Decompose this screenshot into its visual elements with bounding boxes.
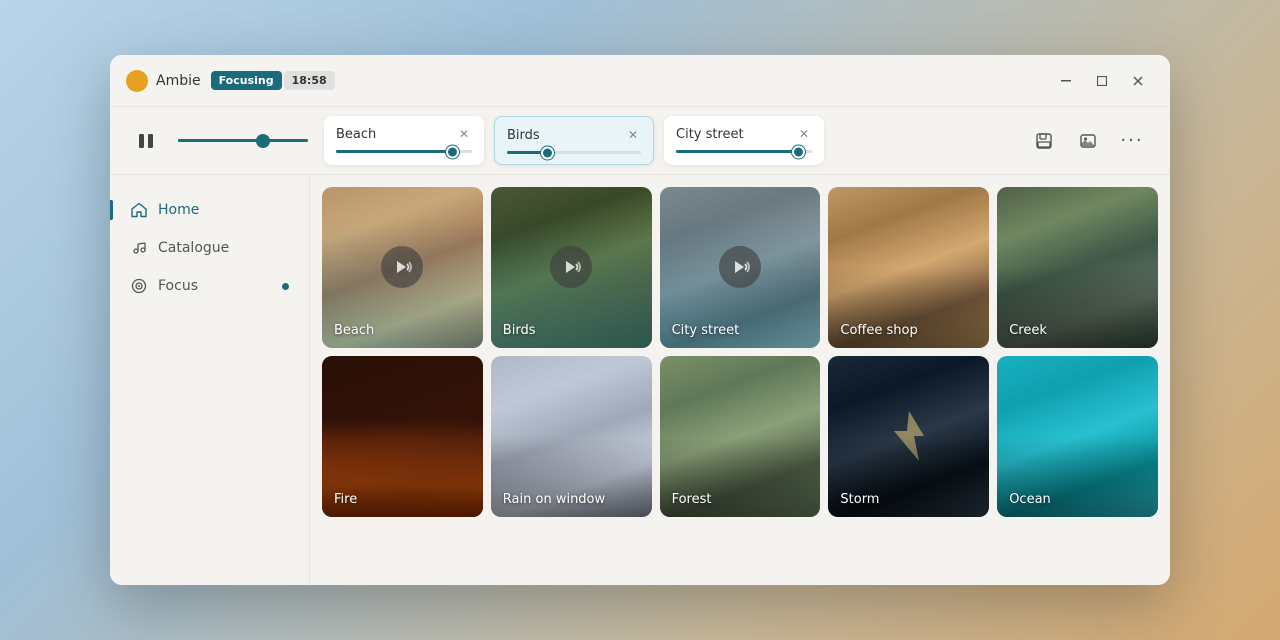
focus-icon bbox=[130, 277, 148, 295]
beach-label: Beach bbox=[334, 323, 374, 338]
beach-volume-slider[interactable] bbox=[336, 150, 472, 153]
grid-card-city[interactable]: City street bbox=[660, 187, 821, 348]
coffee-label: Coffee shop bbox=[840, 323, 917, 338]
window-controls bbox=[1050, 69, 1154, 93]
play-pause-button[interactable] bbox=[130, 125, 162, 157]
home-icon bbox=[130, 201, 148, 219]
catalogue-label: Catalogue bbox=[158, 240, 229, 256]
city-sound-icon bbox=[719, 246, 761, 288]
storm-label: Storm bbox=[840, 492, 879, 507]
sound-card-beach: Beach ✕ bbox=[324, 116, 484, 165]
fire-label: Fire bbox=[334, 492, 357, 507]
sound-grid-area: Beach Birds bbox=[310, 175, 1170, 585]
remove-birds-button[interactable]: ✕ bbox=[625, 127, 641, 143]
app-window: Ambie Focusing 18:58 bbox=[110, 55, 1170, 585]
app-name: Ambie bbox=[156, 73, 201, 89]
grid-card-creek[interactable]: Creek bbox=[997, 187, 1158, 348]
sidebar-item-catalogue[interactable]: Catalogue bbox=[110, 229, 309, 267]
grid-card-rain[interactable]: Rain on window bbox=[491, 356, 652, 517]
app-logo bbox=[126, 70, 148, 92]
forest-label: Forest bbox=[672, 492, 712, 507]
maximize-button[interactable] bbox=[1086, 69, 1118, 93]
player-bar: Beach ✕ Birds ✕ bbox=[110, 107, 1170, 175]
master-volume-slider[interactable] bbox=[178, 139, 308, 142]
grid-card-ocean[interactable]: Ocean bbox=[997, 356, 1158, 517]
creek-label: Creek bbox=[1009, 323, 1047, 338]
save-button[interactable] bbox=[1026, 123, 1062, 159]
titlebar: Ambie Focusing 18:58 bbox=[110, 55, 1170, 107]
focus-active-dot bbox=[282, 283, 289, 290]
sound-grid: Beach Birds bbox=[322, 187, 1158, 517]
birds-volume-slider[interactable] bbox=[507, 151, 641, 154]
catalogue-icon bbox=[130, 239, 148, 257]
sound-card-name-city: City street bbox=[676, 127, 744, 142]
grid-card-coffee[interactable]: Coffee shop bbox=[828, 187, 989, 348]
remove-city-button[interactable]: ✕ bbox=[796, 126, 812, 142]
grid-card-storm[interactable]: Storm bbox=[828, 356, 989, 517]
city-volume-slider[interactable] bbox=[676, 150, 812, 153]
city-label: City street bbox=[672, 323, 740, 338]
close-button[interactable] bbox=[1122, 69, 1154, 93]
birds-label: Birds bbox=[503, 323, 536, 338]
sound-card-city-street: City street ✕ bbox=[664, 116, 824, 165]
grid-card-fire[interactable]: Fire bbox=[322, 356, 483, 517]
minimize-button[interactable] bbox=[1050, 69, 1082, 93]
grid-card-birds[interactable]: Birds bbox=[491, 187, 652, 348]
focus-label: Focus bbox=[158, 278, 198, 294]
sidebar: Home Catalogue bbox=[110, 175, 310, 585]
sidebar-item-focus[interactable]: Focus bbox=[110, 267, 309, 305]
sound-card-name-beach: Beach bbox=[336, 127, 376, 142]
image-button[interactable] bbox=[1070, 123, 1106, 159]
focus-badge: Focusing bbox=[211, 71, 282, 90]
home-label: Home bbox=[158, 202, 199, 218]
sound-card-birds: Birds ✕ bbox=[494, 116, 654, 165]
sound-card-name-birds: Birds bbox=[507, 128, 540, 143]
active-sound-cards: Beach ✕ Birds ✕ bbox=[324, 116, 1010, 165]
more-button[interactable]: ··· bbox=[1114, 123, 1150, 159]
remove-beach-button[interactable]: ✕ bbox=[456, 126, 472, 142]
main-content: Home Catalogue bbox=[110, 175, 1170, 585]
focus-timer: 18:58 bbox=[284, 71, 335, 90]
sidebar-item-home[interactable]: Home bbox=[110, 191, 309, 229]
player-actions: ··· bbox=[1026, 123, 1150, 159]
rain-label: Rain on window bbox=[503, 492, 605, 507]
beach-sound-icon bbox=[381, 246, 423, 288]
ocean-label: Ocean bbox=[1009, 492, 1051, 507]
grid-card-forest[interactable]: Forest bbox=[660, 356, 821, 517]
grid-card-beach[interactable]: Beach bbox=[322, 187, 483, 348]
birds-sound-icon bbox=[550, 246, 592, 288]
